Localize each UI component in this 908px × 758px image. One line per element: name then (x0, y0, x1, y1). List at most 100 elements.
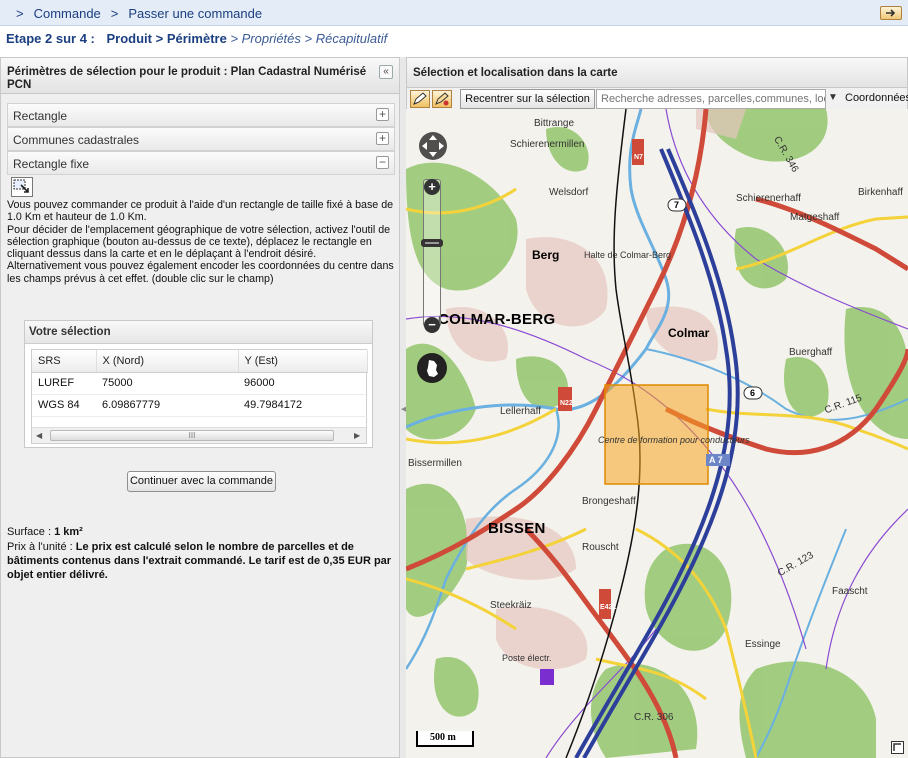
place-label: Lellerhaff (500, 406, 541, 417)
recenter-selection-button[interactable]: Recentrer sur la sélection (460, 89, 595, 109)
zoom-thumb-icon[interactable] (421, 239, 443, 247)
breadcrumb-separator: > (16, 6, 24, 21)
surface-info: Surface : 1 km² (7, 526, 83, 538)
scroll-right-icon[interactable]: ▶ (354, 431, 360, 440)
place-label: Welsdorf (549, 187, 589, 198)
place-label: Schierenerhaff (736, 193, 801, 204)
place-label: Schierenermillen (510, 139, 585, 150)
place-label: Birkenhaff (858, 187, 903, 198)
country-outline-icon (427, 360, 438, 377)
svg-text:7: 7 (674, 200, 679, 210)
scroll-thumb[interactable]: III (50, 430, 334, 441)
place-label: Colmar (668, 326, 710, 340)
select-rectangle-icon (13, 179, 29, 193)
place-label: COLMAR-BERG (438, 311, 556, 328)
scroll-left-icon[interactable]: ◀ (36, 431, 42, 440)
coordinates-grid: SRS X (Nord) Y (Est) LUREF 75000 96000 W… (31, 349, 368, 444)
svg-text:E421: E421 (600, 604, 616, 611)
table-row[interactable]: WGS 84 6.09867779 49.7984172 (32, 394, 368, 417)
continue-order-button[interactable]: Continuer avec la commande (127, 471, 276, 492)
zoom-in-button[interactable]: + (424, 179, 440, 195)
map-panel-title: Sélection et localisation dans la carte (413, 67, 618, 79)
map-base-layer: A 7 6 7 N7 N22 E421 (406, 109, 908, 758)
cell-y[interactable]: 49.7984172 (238, 394, 368, 417)
selection-box: Votre sélection SRS X (Nord) Y (Est) LUR… (24, 320, 373, 448)
map-panel-header: Sélection et localisation dans la carte (407, 58, 907, 88)
pencil-icon (413, 92, 427, 105)
collapse-panel-button[interactable]: « (379, 65, 393, 79)
breadcrumb-item-passer-commande[interactable]: Passer une commande (128, 6, 262, 21)
selection-panel: Périmètres de sélection pour le produit … (0, 57, 400, 758)
surface-label: Surface : (7, 526, 52, 538)
step-label: Etape 2 sur 4 : (6, 31, 95, 46)
cell-srs: WGS 84 (32, 394, 96, 417)
svg-text:N7: N7 (634, 154, 643, 161)
breadcrumb-separator: > (110, 6, 119, 21)
surface-value: 1 km² (54, 526, 83, 538)
accordion-rectangle-fixe[interactable]: Rectangle fixe − (7, 151, 395, 175)
map-search-input[interactable] (596, 89, 826, 109)
price-info: Prix à l'unité : Le prix est calculé sel… (7, 540, 395, 582)
cell-y[interactable]: 96000 (238, 372, 368, 395)
col-header-x[interactable]: X (Nord) (96, 350, 239, 373)
pencil-edit-icon (435, 92, 449, 106)
accordion-label: Rectangle fixe (13, 157, 90, 171)
horizontal-scrollbar[interactable]: ◀ III ▶ (32, 427, 366, 443)
luxembourg-overview-button[interactable] (417, 353, 447, 383)
expand-icon[interactable]: + (376, 132, 389, 145)
place-label: BISSEN (488, 520, 546, 537)
place-label: Rouscht (582, 542, 619, 553)
zoom-out-button[interactable]: − (424, 317, 440, 333)
grid-header-row: SRS X (Nord) Y (Est) (32, 350, 368, 373)
col-header-srs[interactable]: SRS (32, 350, 97, 373)
chevron-down-icon[interactable]: ▼ (828, 92, 838, 103)
instructions-line: Vous pouvez commander ce produit à l'aid… (7, 199, 394, 224)
road-label: C.R. 306 (634, 712, 674, 723)
top-bar: > Commande > Passer une commande (0, 0, 908, 26)
place-label: Faascht (832, 586, 868, 597)
overview-map-toggle-icon[interactable] (891, 741, 904, 754)
coordinates-toggle[interactable]: Coordonnées (845, 92, 908, 104)
map-tool-2-button[interactable] (432, 90, 452, 108)
zoom-slider[interactable] (423, 179, 441, 327)
selection-box-title: Votre sélection (29, 326, 111, 338)
expand-arrow-icon (886, 9, 896, 17)
cell-x[interactable]: 6.09867779 (96, 394, 238, 417)
svg-text:6: 6 (750, 388, 755, 398)
scale-label: 500 m (430, 732, 456, 743)
collapse-icon[interactable]: − (376, 156, 389, 169)
step-perimetre: > Périmètre (155, 31, 227, 46)
instructions-line: Alternativement vous pouvez également en… (7, 260, 394, 285)
place-label: Bittrange (534, 118, 575, 129)
graphic-selection-tool-button[interactable] (11, 177, 33, 197)
col-header-y[interactable]: Y (Est) (238, 350, 368, 373)
pan-control[interactable] (418, 131, 448, 161)
instructions-line: Pour décider de l'emplacement géographiq… (7, 223, 391, 261)
accordion-label: Rectangle (13, 109, 68, 123)
place-label: Matgeshaff (790, 212, 840, 223)
svg-text:A 7: A 7 (709, 455, 723, 465)
place-label: Halte de Colmar-Berg (584, 250, 672, 260)
place-label: Berg (532, 248, 560, 262)
accordion-communes-cadastrales[interactable]: Communes cadastrales + (7, 127, 395, 151)
place-label: Centre de formation pour conducteurs (598, 435, 750, 445)
selection-panel-title: Périmètres de sélection pour le produit … (7, 66, 367, 91)
table-row[interactable]: LUREF 75000 96000 (32, 372, 368, 395)
selection-panel-header: Périmètres de sélection pour le produit … (1, 58, 399, 94)
place-label: Buerghaff (789, 347, 833, 358)
place-label: Essinge (745, 639, 781, 650)
breadcrumb-item-commande[interactable]: Commande (34, 6, 101, 21)
place-label: Poste électr. (502, 653, 552, 663)
expand-icon[interactable]: + (376, 108, 389, 121)
step-recapitulatif: > Récapitulatif (304, 31, 388, 46)
place-label: Bissermillen (408, 458, 462, 469)
map-view[interactable]: A 7 6 7 N7 N22 E421 COLMAR-BERG BISSEN B… (406, 109, 908, 758)
step-indicator: Etape 2 sur 4 : Produit > Périmètre > Pr… (6, 31, 387, 46)
expand-view-button[interactable] (880, 6, 902, 20)
scale-bar: 500 m (416, 731, 474, 747)
price-label: Prix à l'unité : (7, 541, 73, 553)
accordion-rectangle[interactable]: Rectangle + (7, 103, 395, 127)
step-produit[interactable]: Produit (107, 31, 153, 46)
map-tool-1-button[interactable] (410, 90, 430, 108)
cell-x[interactable]: 75000 (96, 372, 238, 395)
